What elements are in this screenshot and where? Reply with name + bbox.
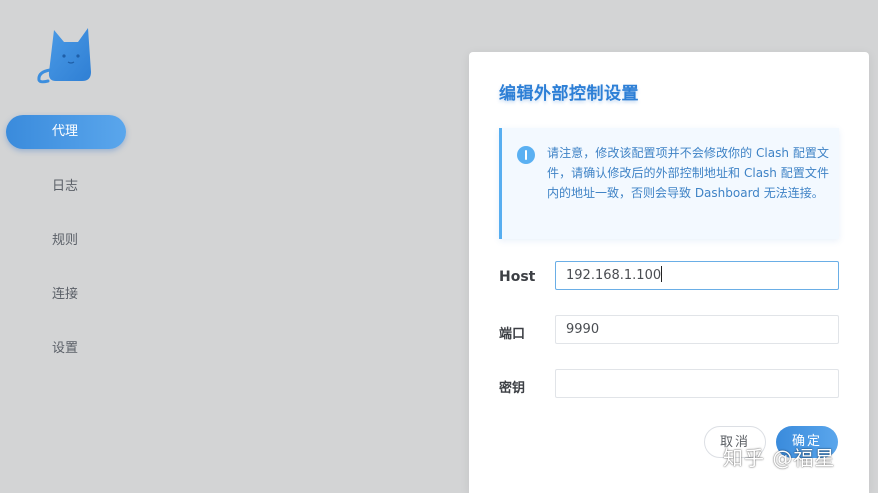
external-control-dialog: 编辑外部控制设置 请注意，修改该配置项并不会修改你的 Clash 配置文件，请确… (469, 52, 869, 493)
notice-box: 请注意，修改该配置项并不会修改你的 Clash 配置文件，请确认修改后的外部控制… (499, 128, 839, 239)
sidebar-item-rules[interactable]: 规则 (6, 224, 126, 258)
secret-label: 密钥 (499, 381, 526, 396)
sidebar-item-settings[interactable]: 设置 (6, 332, 126, 366)
info-icon (517, 146, 535, 164)
dialog-title: 编辑外部控制设置 (499, 84, 639, 104)
notice-text: 请注意，修改该配置项并不会修改你的 Clash 配置文件，请确认修改后的外部控制… (547, 146, 829, 200)
host-label: Host (499, 269, 536, 285)
port-value: 9990 (566, 322, 600, 337)
secret-input[interactable] (555, 369, 839, 398)
host-input[interactable]: 192.168.1.100 (555, 261, 839, 290)
sidebar-nav: 代理 日志 规则 连接 设置 (0, 0, 140, 493)
port-input[interactable]: 9990 (555, 315, 839, 344)
watermark: 知乎 @福星 (723, 446, 836, 470)
sidebar-item-connections[interactable]: 连接 (6, 278, 126, 312)
text-caret (661, 266, 663, 282)
port-label: 端口 (499, 327, 526, 342)
sidebar-item-logs[interactable]: 日志 (6, 170, 126, 204)
host-value: 192.168.1.100 (566, 268, 662, 283)
sidebar-item-proxy[interactable]: 代理 (6, 115, 126, 149)
